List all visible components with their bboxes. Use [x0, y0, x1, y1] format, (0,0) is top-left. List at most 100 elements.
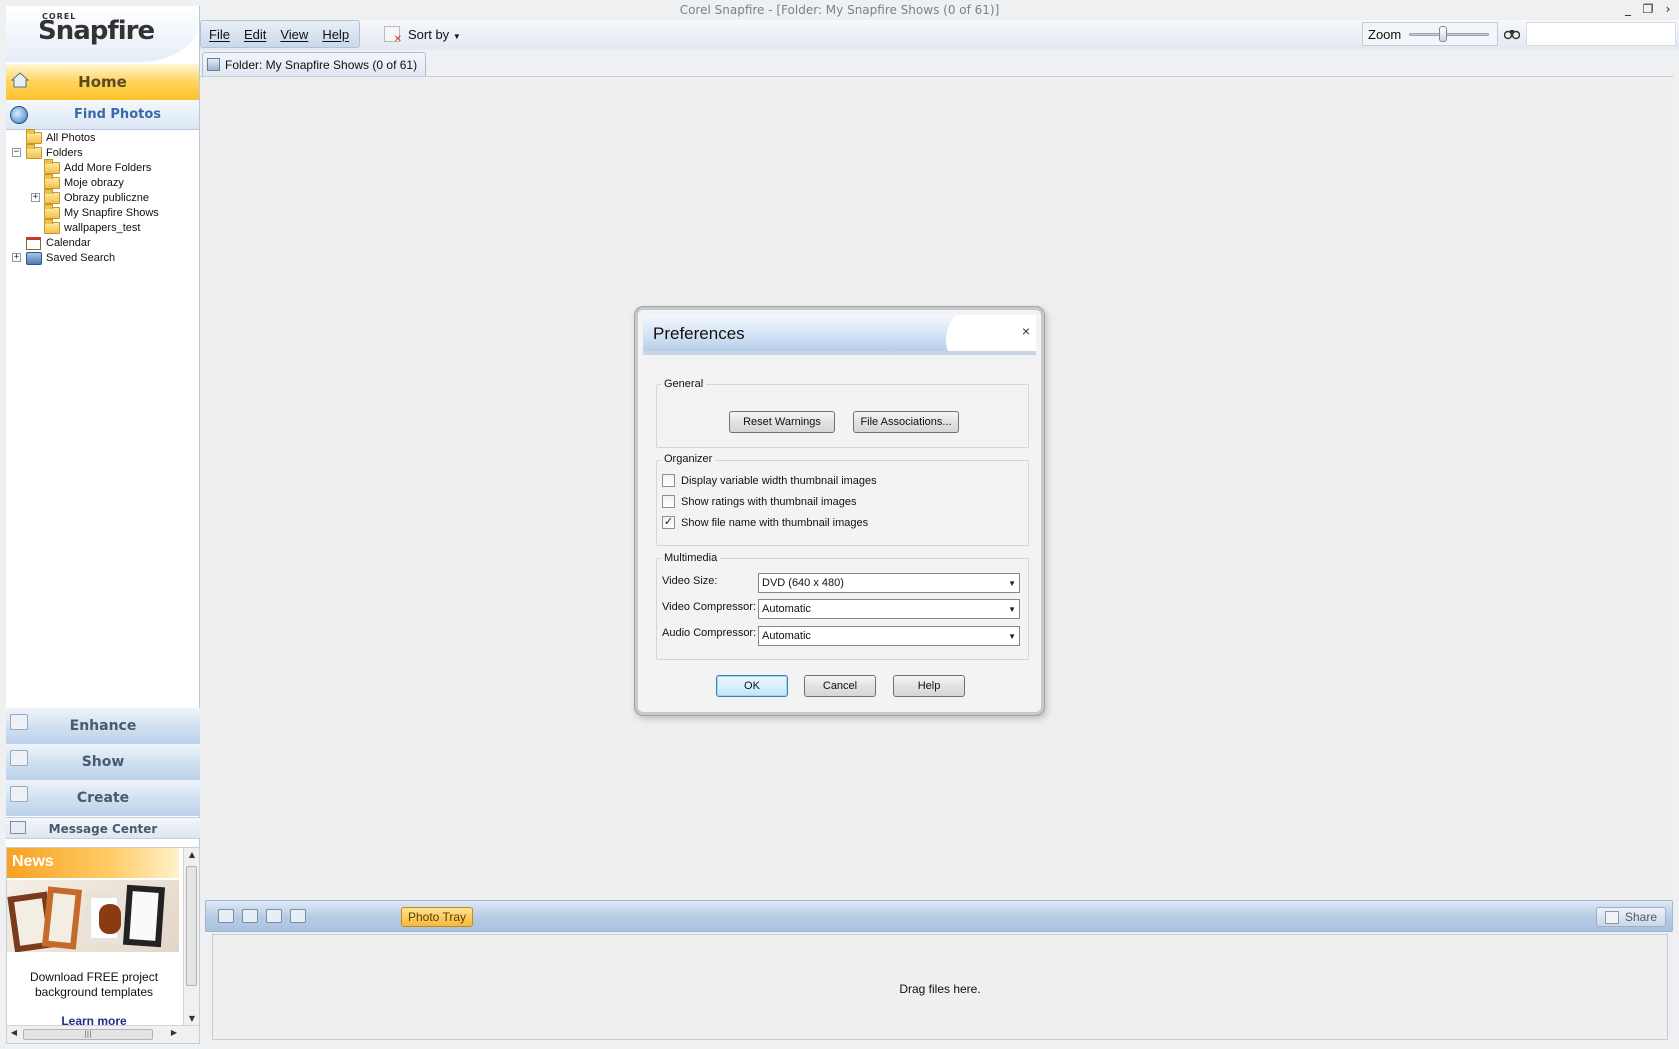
news-header: News — [7, 848, 179, 878]
tray-remove-icon[interactable] — [266, 909, 282, 923]
folder-home-icon — [207, 58, 220, 71]
multimedia-group-label: Multimedia — [661, 552, 721, 564]
scroll-up-icon[interactable]: ▲ — [184, 848, 199, 862]
share-button[interactable]: Share — [1596, 907, 1666, 927]
tree-item-calendar[interactable]: Calendar — [26, 235, 91, 251]
tree-item-label: wallpapers_test — [64, 222, 141, 234]
find-photos-label: Find Photos — [73, 107, 162, 122]
news-horizontal-scrollbar[interactable]: ◀ ||| ▶ — [7, 1025, 199, 1043]
show-button[interactable]: Show — [6, 744, 200, 780]
option-variable-width[interactable]: Display variable width thumbnail images — [662, 474, 877, 487]
scroll-left-icon[interactable]: ◀ — [7, 1028, 21, 1037]
tree-item-label: My Snapfire Shows — [64, 207, 159, 219]
menu-edit[interactable]: Edit — [244, 27, 266, 42]
create-button[interactable]: Create — [6, 780, 200, 816]
binoculars-icon[interactable] — [1504, 26, 1520, 40]
folder-tab[interactable]: Folder: My Snapfire Shows (0 of 61) — [202, 52, 427, 76]
frame-graphic — [122, 884, 166, 948]
home-button[interactable]: Home — [6, 64, 199, 100]
video-compressor-select[interactable]: Automatic — [758, 599, 1020, 619]
preferences-dialog: Preferences × General Reset Warnings Fil… — [635, 307, 1044, 715]
tray-copy-icon[interactable] — [290, 909, 306, 923]
sort-by-button[interactable]: Sort by ▼ — [408, 27, 461, 42]
news-vertical-scrollbar[interactable]: ▲ ▼ — [183, 848, 199, 1026]
tree-item-obrazy-publiczne[interactable]: Obrazy publiczne — [44, 189, 149, 206]
photo-tray-drop-area[interactable]: Drag files here. — [212, 934, 1668, 1040]
enhance-label: Enhance — [69, 718, 137, 734]
tree-item-wallpapers-test[interactable]: wallpapers_test — [44, 219, 141, 236]
checkbox[interactable] — [662, 495, 675, 508]
search-input[interactable] — [1526, 22, 1676, 46]
tree-item-label: Obrazy publiczne — [64, 192, 149, 204]
create-label: Create — [76, 790, 130, 806]
photo-tray-bar: Photo Tray Share — [205, 900, 1673, 932]
reset-warnings-button[interactable]: Reset Warnings — [729, 411, 835, 433]
close-icon[interactable]: × — [1022, 323, 1030, 339]
tree-item-saved-search[interactable]: Saved Search — [26, 250, 115, 266]
video-size-select[interactable]: DVD (640 x 480) — [758, 573, 1020, 593]
menu-file[interactable]: File — [209, 27, 230, 42]
back-icon[interactable] — [10, 106, 28, 124]
scroll-thumb[interactable] — [186, 866, 197, 986]
tree-item-my-snapfire-shows[interactable]: My Snapfire Shows — [44, 204, 159, 221]
cancel-button[interactable]: Cancel — [804, 675, 876, 697]
expand-saved-search-icon[interactable]: + — [12, 253, 21, 262]
general-group — [656, 384, 1029, 448]
tree-item-label: Calendar — [46, 237, 91, 249]
tree-item-folders[interactable]: Folders — [26, 144, 83, 161]
menu-help[interactable]: Help — [322, 27, 349, 42]
expand-obrazy-icon[interactable]: + — [31, 193, 40, 202]
tray-add-icon[interactable] — [242, 909, 258, 923]
home-label: Home — [78, 73, 127, 91]
news-text: Download FREE project background templat… — [29, 970, 159, 999]
general-group-label: General — [661, 378, 707, 390]
audio-compressor-select[interactable]: Automatic — [758, 626, 1020, 646]
tree-item-moje-obrazy[interactable]: Moje obrazy — [44, 174, 124, 191]
tree-item-label: Moje obrazy — [64, 177, 124, 189]
left-panel: COREL Snapfire Home Find Photos All Phot… — [6, 6, 200, 1044]
tree-item-all-photos[interactable]: All Photos — [26, 129, 96, 146]
snapfire-logo: COREL Snapfire — [6, 6, 199, 62]
menu-view[interactable]: View — [280, 27, 308, 42]
scroll-down-icon[interactable]: ▼ — [184, 1012, 199, 1026]
enhance-button[interactable]: Enhance — [6, 708, 200, 744]
help-button[interactable]: Help — [893, 675, 965, 697]
video-size-label: Video Size: — [662, 575, 718, 587]
saved-search-icon — [26, 251, 42, 265]
minimize-icon[interactable]: _ — [1621, 2, 1635, 16]
find-photos-button[interactable]: Find Photos — [6, 100, 199, 130]
option-show-file-name[interactable]: ✓ Show file name with thumbnail images — [662, 516, 868, 529]
photo-tray-tab[interactable]: Photo Tray — [401, 907, 474, 927]
audio-compressor-label: Audio Compressor: — [662, 627, 757, 639]
zoom-slider-thumb[interactable] — [1439, 26, 1447, 42]
chevron-down-icon: ▼ — [452, 31, 461, 41]
more-icon[interactable]: › — [1661, 2, 1675, 16]
ok-button[interactable]: OK — [716, 675, 788, 697]
checkbox[interactable] — [662, 474, 675, 487]
calendar-icon — [26, 236, 41, 250]
tray-settings-icon[interactable] — [218, 909, 234, 923]
folder-icon — [44, 174, 60, 189]
news-image[interactable] — [7, 880, 179, 952]
snapfire-wordmark: Snapfire — [38, 16, 155, 46]
folder-icon — [44, 219, 60, 234]
option-label: Display variable width thumbnail images — [681, 474, 877, 487]
clear-filter-icon[interactable] — [384, 26, 402, 45]
checkbox-checked[interactable]: ✓ — [662, 516, 675, 529]
scroll-right-icon[interactable]: ▶ — [167, 1028, 181, 1037]
tree-item-add-more-folders[interactable]: Add More Folders — [44, 159, 151, 176]
collapse-folders-icon[interactable]: − — [12, 148, 21, 157]
folder-icon — [26, 144, 42, 159]
dialog-titlebar[interactable]: Preferences × — [643, 315, 1036, 355]
message-center-button[interactable]: Message Center — [6, 817, 200, 839]
dialog-title: Preferences — [653, 324, 745, 343]
restore-icon[interactable]: ❐ — [1641, 2, 1655, 16]
option-show-ratings[interactable]: Show ratings with thumbnail images — [662, 495, 856, 508]
video-compressor-label: Video Compressor: — [662, 601, 756, 613]
window-title: Corel Snapfire - [Folder: My Snapfire Sh… — [679, 3, 1000, 17]
zoom-control: Zoom — [1362, 22, 1498, 46]
scroll-thumb[interactable]: ||| — [23, 1029, 153, 1040]
file-associations-button[interactable]: File Associations... — [853, 411, 959, 433]
zoom-slider-track[interactable] — [1409, 33, 1489, 36]
bear-graphic — [99, 904, 121, 934]
